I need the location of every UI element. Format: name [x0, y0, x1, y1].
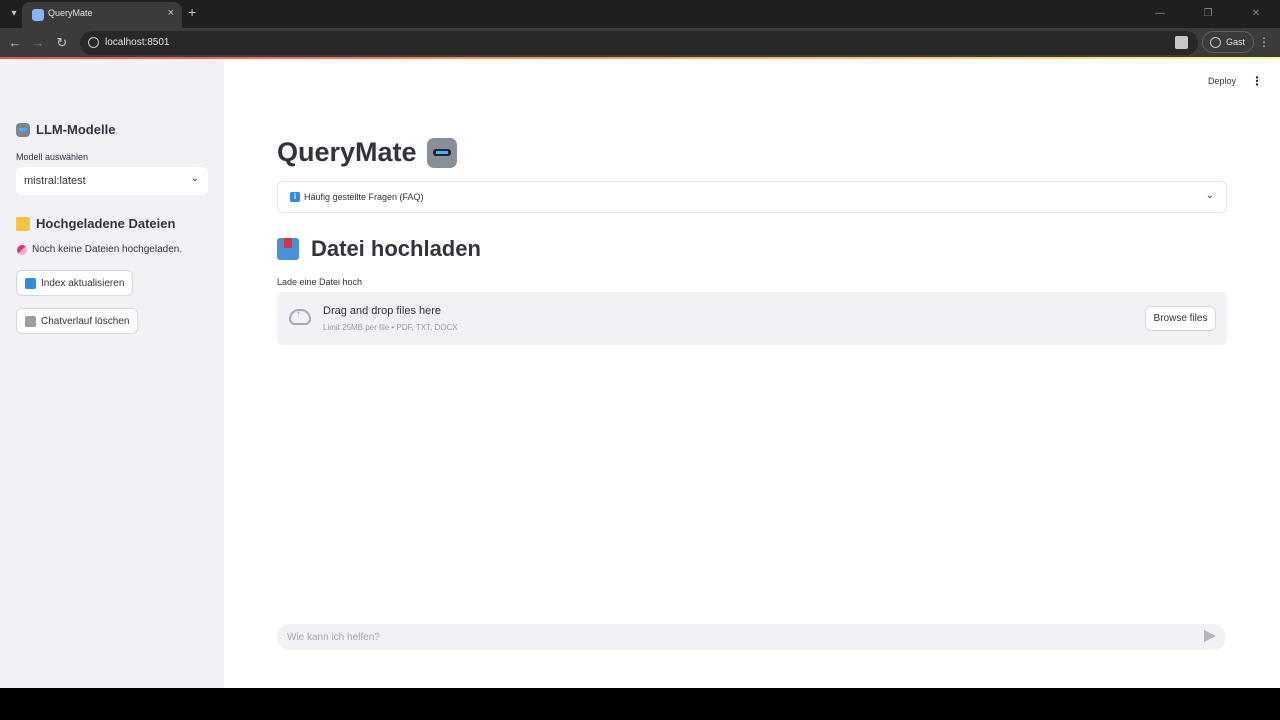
no-files-message: Noch keine Dateien hochgeladen. — [17, 244, 182, 255]
chat-input[interactable] — [287, 630, 1187, 644]
model-select-value: mistral:latest — [24, 175, 86, 187]
reload-button[interactable]: ↻ — [53, 34, 71, 52]
refresh-index-label: Index aktualisieren — [41, 277, 125, 289]
refresh-index-button[interactable]: Index aktualisieren — [16, 270, 134, 296]
browser-toolbar: ← → ↻ localhost:8501 Gast ⋮ — [0, 28, 1280, 58]
faq-label: Häufig gestellte Fragen (FAQ) — [304, 192, 424, 202]
chat-input-bar — [277, 624, 1226, 650]
browser-tab-querymate[interactable]: QueryMate × — [22, 2, 182, 28]
tab-title: QueryMate — [48, 8, 93, 18]
inbox-tray-icon — [277, 238, 299, 260]
translate-icon[interactable] — [1175, 36, 1188, 49]
models-heading: LLM-Modelle — [16, 122, 115, 137]
tab-search-button[interactable]: ▾ — [6, 6, 22, 22]
upload-label: Lade eine Datei hoch — [277, 277, 363, 287]
no-files-text: Noch keine Dateien hochgeladen. — [32, 244, 183, 255]
cloud-upload-icon — [289, 309, 311, 325]
page-title-text: QueryMate — [277, 137, 417, 167]
files-heading-text: Hochgeladene Dateien — [36, 216, 176, 231]
app-menu-icon[interactable]: ⋮ — [1251, 74, 1263, 88]
folder-icon — [16, 216, 30, 231]
browser-menu-icon[interactable]: ⋮ — [1258, 35, 1270, 49]
window-controls: — ❐ ✕ — [1136, 0, 1280, 28]
robot-icon — [16, 122, 30, 137]
refresh-icon — [25, 277, 36, 289]
clear-chat-label: Chatverlauf löschen — [41, 315, 130, 327]
back-button[interactable]: ← — [6, 34, 24, 52]
profile-icon — [1210, 37, 1221, 48]
models-heading-text: LLM-Modelle — [36, 122, 116, 137]
send-icon[interactable] — [1204, 630, 1216, 642]
new-tab-button[interactable]: + — [188, 4, 196, 20]
profile-button[interactable]: Gast — [1202, 31, 1254, 53]
chevron-down-icon: ⌄ — [1205, 190, 1214, 201]
minimize-button[interactable]: — — [1136, 0, 1184, 28]
model-select-label: Modell auswählen — [16, 152, 89, 162]
browser-tab-bar: ▾ QueryMate × + — ❐ ✕ — [0, 0, 1280, 28]
deploy-button[interactable]: Deploy — [1208, 76, 1236, 86]
page-title: QueryMate — [277, 137, 457, 168]
site-info-icon[interactable] — [88, 37, 99, 48]
chevron-down-icon: ⌄ — [190, 173, 199, 184]
taskbar-area — [0, 688, 1280, 720]
sidebar: LLM-Modelle Modell auswählen mistral:lat… — [0, 59, 224, 688]
dropzone-title: Drag and drop files here — [323, 305, 442, 317]
model-select[interactable]: mistral:latest ⌄ — [16, 167, 208, 195]
upload-heading: Datei hochladen — [277, 236, 481, 262]
tab-close-icon[interactable]: × — [168, 7, 174, 19]
browse-files-button[interactable]: Browse files — [1145, 306, 1216, 331]
file-dropzone[interactable]: Drag and drop files here Limit 25MB per … — [277, 292, 1227, 345]
main-content: Deploy ⋮ QueryMate i Häufig gestellte Fr… — [224, 59, 1280, 688]
upload-heading-text: Datei hochladen — [311, 236, 481, 261]
faq-expander[interactable]: i Häufig gestellte Fragen (FAQ) ⌄ — [277, 181, 1227, 213]
dropzone-limit-text: Limit 25MB per file • PDF, TXT, DOCX — [323, 323, 458, 332]
forward-button[interactable]: → — [29, 34, 47, 52]
close-window-button[interactable]: ✕ — [1232, 0, 1280, 28]
address-bar[interactable]: localhost:8501 — [80, 31, 1198, 55]
tab-favicon-icon — [32, 9, 44, 21]
pill-icon — [17, 244, 27, 255]
clear-chat-button[interactable]: Chatverlauf löschen — [16, 308, 139, 334]
profile-label: Gast — [1226, 37, 1246, 47]
address-url[interactable]: localhost:8501 — [105, 37, 170, 48]
maximize-button[interactable]: ❐ — [1184, 0, 1232, 28]
info-icon: i — [290, 192, 300, 202]
files-heading: Hochgeladene Dateien — [16, 216, 175, 231]
robot-icon — [426, 137, 457, 168]
trash-icon — [25, 315, 36, 327]
